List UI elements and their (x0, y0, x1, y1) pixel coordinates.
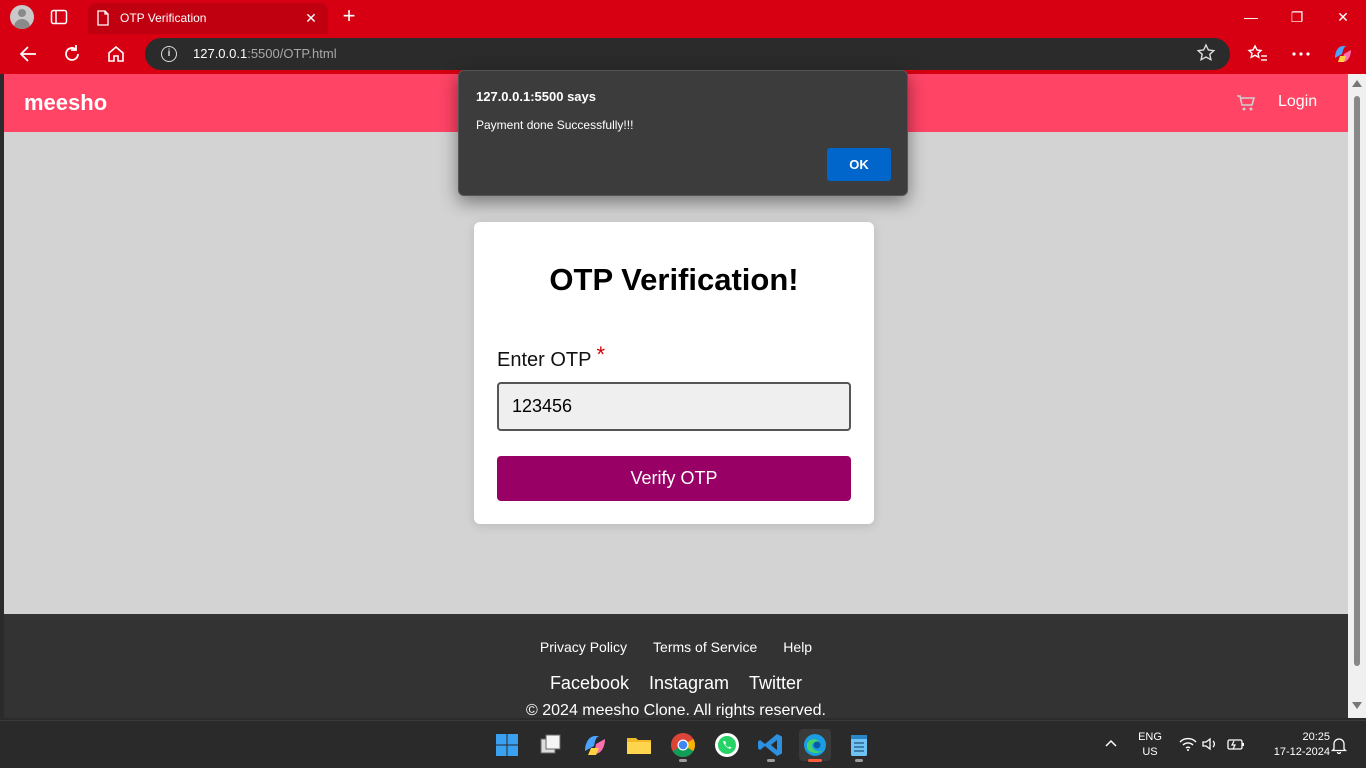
notifications-bell-icon[interactable] (1330, 736, 1348, 754)
alert-ok-button[interactable]: OK (827, 148, 891, 181)
volume-icon[interactable] (1201, 736, 1219, 752)
vscode-button[interactable] (755, 729, 787, 762)
help-link[interactable]: Help (783, 639, 812, 655)
workspaces-icon[interactable] (50, 9, 68, 25)
cart-icon[interactable] (1236, 94, 1256, 112)
otp-input[interactable] (497, 382, 851, 431)
whatsapp-button[interactable] (711, 729, 743, 761)
favorites-icon[interactable] (1246, 42, 1270, 66)
instagram-link[interactable]: Instagram (649, 673, 729, 693)
favorite-star-icon[interactable] (1196, 43, 1216, 63)
more-options-icon[interactable] (1289, 42, 1313, 66)
browser-toolbar: i 127.0.0.1:5500/OTP.html (0, 34, 1366, 74)
brand-logo[interactable]: meesho (24, 90, 107, 116)
privacy-policy-link[interactable]: Privacy Policy (540, 639, 627, 655)
page-icon (97, 10, 109, 26)
notepad-icon (851, 735, 867, 756)
window-close-icon[interactable]: ✕ (1320, 0, 1366, 34)
copyright-text: © 2024 meesho Clone. All rights reserved… (526, 702, 826, 718)
copilot-app-button[interactable] (579, 729, 611, 761)
alert-message: Payment done Successfully!!! (476, 118, 634, 132)
address-bar[interactable]: i 127.0.0.1:5500/OTP.html (145, 38, 1230, 70)
file-explorer-button[interactable] (623, 729, 655, 761)
whatsapp-icon (715, 733, 739, 757)
windows-taskbar: ENG US 20:25 17-12-2024 (0, 720, 1366, 768)
notepad-button[interactable] (843, 729, 875, 762)
scroll-thumb[interactable] (1354, 96, 1360, 666)
otp-card: OTP Verification! Enter OTP* Verify OTP (474, 222, 874, 524)
task-view-button[interactable] (535, 729, 567, 761)
windows-start-icon (496, 734, 518, 756)
page-scrollbar[interactable] (1348, 74, 1366, 718)
browser-tabstrip: OTP Verification ✕ + — ❐ ✕ (0, 0, 1366, 34)
minimize-icon[interactable]: — (1228, 0, 1274, 34)
tray-overflow-icon[interactable] (1103, 735, 1119, 751)
login-link[interactable]: Login (1278, 93, 1317, 111)
edge-button[interactable] (799, 729, 831, 762)
verify-otp-button[interactable]: Verify OTP (497, 456, 851, 501)
chrome-icon (671, 733, 695, 757)
language-indicator[interactable]: ENG US (1136, 730, 1164, 760)
restore-icon[interactable]: ❐ (1274, 0, 1320, 34)
clock[interactable]: 20:25 17-12-2024 (1254, 730, 1330, 760)
reload-icon[interactable] (57, 40, 87, 68)
new-tab-icon[interactable]: + (338, 5, 360, 28)
chrome-button[interactable] (667, 729, 699, 762)
twitter-link[interactable]: Twitter (749, 673, 802, 693)
url-text[interactable]: 127.0.0.1:5500/OTP.html (193, 46, 337, 61)
tab-title: OTP Verification (120, 11, 207, 25)
home-icon[interactable] (101, 40, 131, 68)
wifi-icon[interactable] (1179, 736, 1197, 752)
copilot-app-icon (585, 736, 605, 755)
scroll-up-icon[interactable] (1352, 80, 1362, 87)
copilot-icon[interactable] (1331, 42, 1355, 66)
browser-tab[interactable]: OTP Verification ✕ (88, 3, 328, 34)
terms-of-service-link[interactable]: Terms of Service (653, 639, 757, 655)
page-title: OTP Verification! (549, 262, 799, 297)
footer-links: Privacy Policy Terms of Service Help (4, 639, 1348, 655)
social-links: Facebook Instagram Twitter (4, 673, 1348, 694)
alert-dialog: 127.0.0.1:5500 says Payment done Success… (458, 70, 908, 196)
profile-avatar-icon[interactable] (10, 5, 34, 29)
vscode-icon (758, 734, 782, 756)
tab-close-icon[interactable]: ✕ (302, 9, 320, 27)
alert-origin: 127.0.0.1:5500 says (476, 89, 596, 104)
facebook-link[interactable]: Facebook (550, 673, 629, 693)
start-button[interactable] (491, 729, 523, 761)
required-mark: * (596, 342, 606, 367)
back-icon[interactable] (14, 40, 44, 68)
task-view-icon (540, 734, 561, 754)
otp-label: Enter OTP * (497, 342, 606, 371)
battery-icon[interactable] (1227, 736, 1245, 752)
scroll-down-icon[interactable] (1352, 702, 1362, 709)
site-info-icon[interactable]: i (161, 46, 177, 62)
site-footer: Privacy Policy Terms of Service Help Faceb… (4, 614, 1348, 718)
folder-icon (627, 738, 651, 754)
edge-icon (804, 734, 826, 756)
